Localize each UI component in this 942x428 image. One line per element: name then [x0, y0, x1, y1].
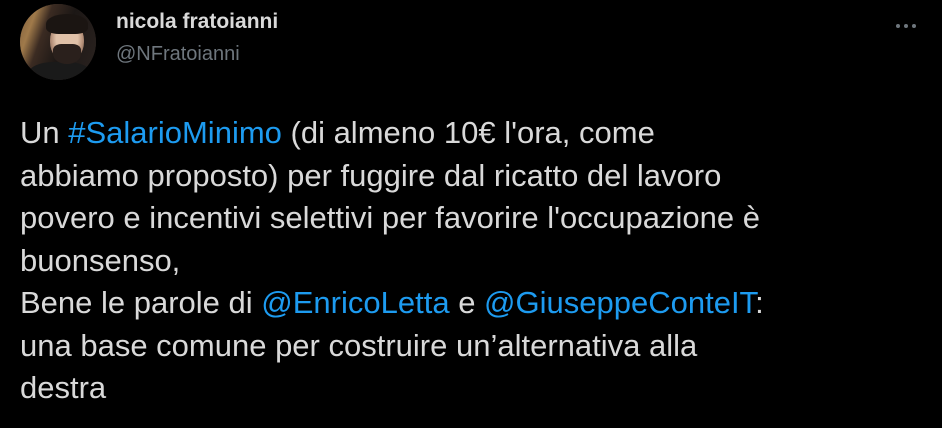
tweet-line: una base comune per costruire un’alterna… — [20, 327, 698, 363]
tweet-line: Un #SalarioMinimo (di almeno 10€ l'ora, … — [20, 112, 920, 155]
author-handle[interactable]: @NFratoianni — [116, 43, 240, 66]
avatar-shirt — [28, 62, 92, 80]
tweet-text-segment: e — [449, 285, 485, 320]
tweet-line: buonsenso, — [20, 242, 181, 278]
tweet-text-segment: : — [755, 285, 764, 320]
tweet-text-segment: (di almeno 10€ l'ora, come — [281, 115, 655, 150]
avatar-beard — [53, 44, 81, 64]
more-horizontal-icon — [896, 24, 900, 28]
tweet-line: Bene le parole di @EnricoLetta e @Giusep… — [20, 282, 920, 325]
mention-link-giuseppeconteit[interactable]: @GiuseppeConteIT — [484, 285, 755, 320]
tweet-line: abbiamo proposto) per fuggire dal ricatt… — [20, 157, 722, 193]
more-horizontal-icon-dot — [912, 24, 916, 28]
avatar[interactable] — [20, 4, 96, 80]
more-horizontal-icon-dot — [904, 24, 908, 28]
author-name[interactable]: nicola fratoianni — [116, 10, 278, 34]
tweet-text: Un #SalarioMinimo (di almeno 10€ l'ora, … — [20, 112, 920, 410]
tweet-line: destra — [20, 370, 107, 405]
tweet-text-segment: Un — [20, 115, 69, 150]
mention-link-enricoletta[interactable]: @EnricoLetta — [261, 285, 449, 320]
tweet: nicola fratoianni @NFratoianni Un #Salar… — [0, 0, 942, 428]
more-options-button[interactable] — [888, 14, 924, 38]
tweet-text-segment: Bene le parole di — [20, 285, 262, 320]
avatar-hair — [46, 14, 88, 34]
tweet-line: povero e incentivi selettivi per favorir… — [20, 200, 760, 235]
hashtag-link[interactable]: #SalarioMinimo — [68, 115, 282, 150]
